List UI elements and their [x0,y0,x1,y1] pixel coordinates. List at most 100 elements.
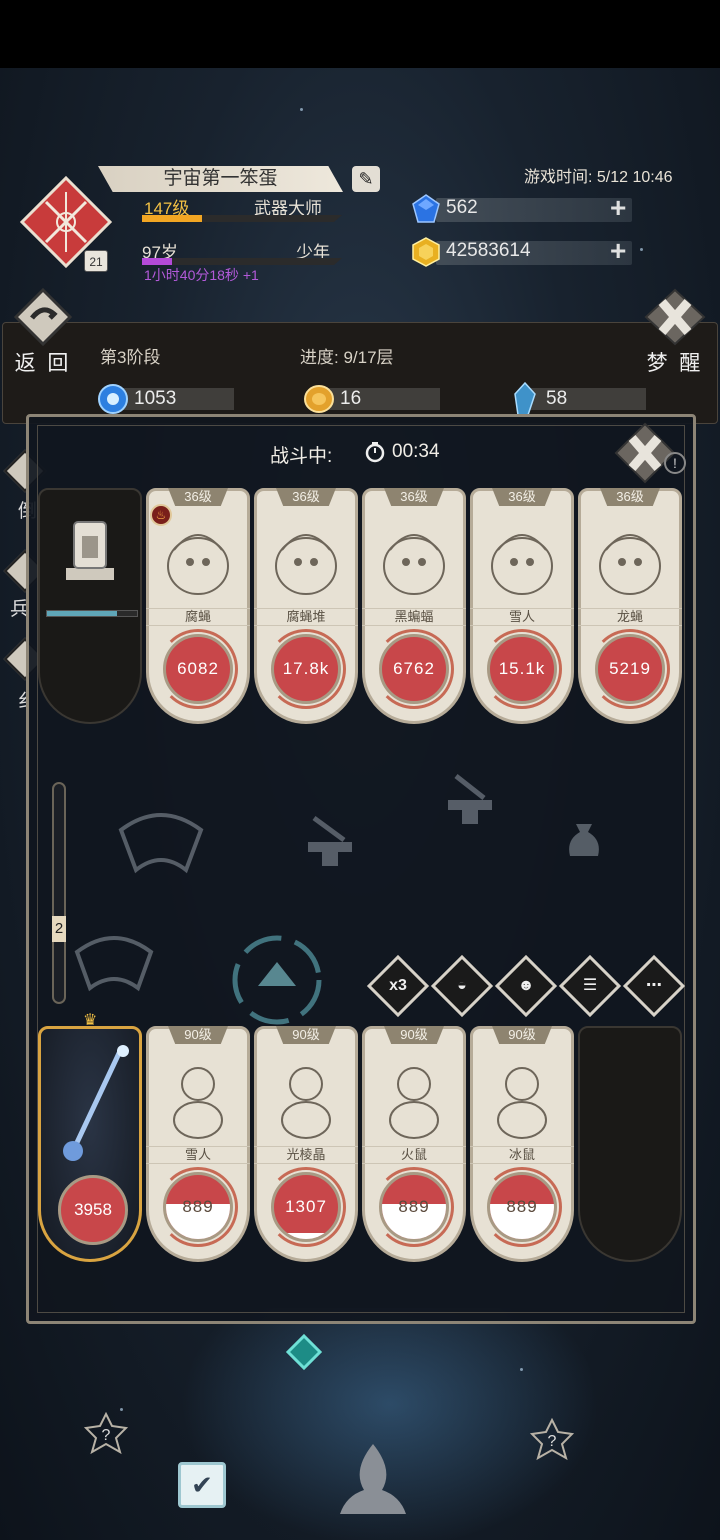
enemy-hp-orb: 15.1k [487,634,557,704]
task-button[interactable]: ✔ [178,1462,226,1508]
enemy-hp: 6762 [393,659,435,678]
wake-label: 梦 醒 [646,352,704,375]
skill-label: ◒ [457,977,467,994]
resource-orb-value: 1053 [134,388,177,409]
ally-portrait [173,1067,223,1139]
ally-name: 冰鼠 [470,1146,574,1164]
back-label: 返 回 [14,352,72,375]
auto-icon[interactable]: ◒ [430,954,494,1018]
unknown-node-icon[interactable]: ? [84,1412,128,1456]
stage-label: 第3阶段 [100,348,161,367]
enemy-hp-orb: 6762 [379,634,449,704]
enemy-hp: 6082 [177,659,219,678]
enemy-portrait [599,534,661,595]
enemy-hp-orb: 6082 [163,634,233,704]
close-battle-button[interactable] [614,422,676,484]
unknown-node-icon-2[interactable]: ? [530,1418,574,1462]
anvil-icon-2 [448,774,492,824]
ally-level: 90级 [492,1026,552,1044]
anvil-icon [308,815,352,866]
ally-level: 90级 [384,1026,444,1044]
shrine-icon [66,521,114,580]
enemy-portrait [167,534,229,595]
gold-coin-icon [304,385,334,413]
stopwatch-icon [365,442,385,463]
demon-mask-icon [118,813,204,874]
avatar-level-badge: 21 [84,250,108,272]
player-name: 宇宙第一笨蛋 [163,168,278,189]
svg-text:?: ? [548,1433,557,1450]
ally-hp-orb: 889 [379,1172,449,1242]
ally-card[interactable]: 90级冰鼠 889 [470,1026,574,1262]
enemy-card[interactable]: 36级 腐蝇堆 17.8k [254,488,358,724]
floor-progress: 进度: 9/17层 [300,348,394,367]
enemy-hp-orb: 5219 [595,634,665,704]
speed-x3-icon[interactable]: x3 [366,954,430,1018]
enemy-name: 腐蝇堆 [254,608,358,626]
flame-emblem-icon[interactable] [336,1440,410,1520]
mask-icon[interactable]: ☻ [494,954,558,1018]
rage-gauge: 2 [52,782,66,1004]
ally-hp-orb: 889 [163,1172,233,1242]
enemy-name: 腐蝇 [146,608,250,626]
player-name-plate: 宇宙第一笨蛋 [98,166,343,192]
level-progress-bar [142,215,342,222]
skill-label: x3 [389,977,407,994]
player-energy-bar [46,610,138,617]
ally-hp-orb: 1307 [271,1172,341,1242]
wake-button[interactable]: 梦 醒 [636,288,714,375]
ally-level: 90级 [276,1026,336,1044]
enemy-hp: 15.1k [498,659,546,678]
fire-status-icon: ♨ [150,504,172,526]
chat-icon[interactable]: ⋯ [622,954,686,1018]
gold-gem-row: 42583614 + [412,237,638,267]
hero-hp-orb: 3958 [58,1175,128,1245]
checkmark-icon: ✔ [191,1470,213,1500]
ally-card[interactable]: 90级 火鼠 889 [362,1026,466,1262]
empty-ally-slot[interactable] [578,1026,682,1262]
hero-card[interactable]: ♛ 3958 [38,1013,142,1262]
rage-gauge-value: 2 [52,916,66,942]
ally-name: 光棱晶 [254,1146,358,1164]
resource-coin-value: 16 [340,388,362,409]
enemy-card[interactable]: 36级 雪人 15.1k [470,488,574,724]
enemy-name: 雪人 [470,608,574,626]
ally-card[interactable]: 90级 雪人 889 [146,1026,250,1262]
pencil-icon: ✎ [358,169,374,189]
skill-label: ☻ [517,977,535,994]
gold-gem-icon [412,237,440,267]
enemy-level: 36级 [168,488,228,506]
demon-mask-icon-2 [74,936,154,992]
blue-gem-row: 562 + [412,194,638,224]
map-node-icon[interactable] [282,1330,326,1374]
enemy-level: 36级 [600,488,660,506]
ally-hp: 889 [182,1197,214,1216]
back-button[interactable]: 返 回 [10,287,76,375]
battle-timer: 00:34 [392,441,440,462]
ally-level: 90级 [168,1026,228,1044]
battle-status: 战斗中: [270,446,333,467]
ally-card[interactable]: 90级光棱晶 1307 [254,1026,358,1262]
ally-hp: 889 [398,1197,430,1216]
enemy-card[interactable]: 36级黑蝙蝠 6762 [362,488,466,724]
ally-hp: 1307 [285,1197,327,1216]
edit-name-button[interactable]: ✎ [352,166,380,192]
enemy-portrait [275,534,337,595]
add-gold-gem-button[interactable]: + [610,237,626,265]
info-icon[interactable]: ! [664,452,686,474]
log-icon[interactable]: ☰ [558,954,622,1018]
status-bar [0,0,720,68]
enemy-portrait [383,534,445,595]
resource-crystal-value: 58 [546,388,568,409]
add-blue-gem-button[interactable]: + [610,194,626,222]
age-progress-bar [142,258,342,265]
blue-orb-icon [98,384,128,414]
staff-weapon-icon [63,1045,129,1161]
ally-hp-orb: 889 [487,1172,557,1242]
money-bag-icon [569,824,599,856]
enemy-card[interactable]: 36级 龙蝇 5219 [578,488,682,724]
enemy-name: 黑蝙蝠 [362,608,466,626]
age-timer: 1小时40分18秒 +1 [144,267,259,283]
blue-gem-icon [412,194,440,223]
enemy-level: 36级 [384,488,444,506]
